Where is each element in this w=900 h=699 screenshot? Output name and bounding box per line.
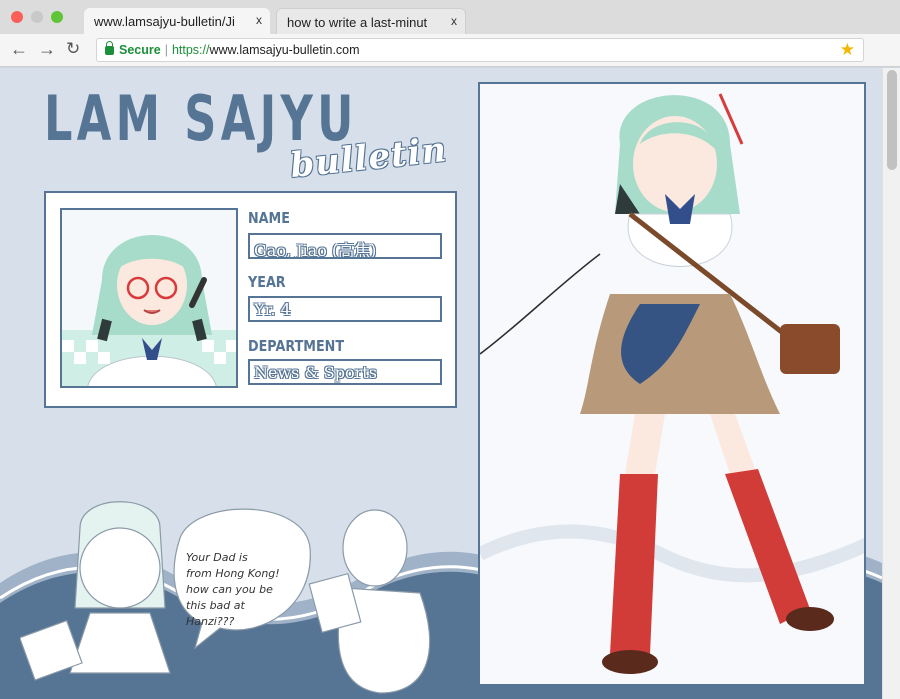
tab-close-icon[interactable]: x	[451, 14, 457, 28]
lock-icon	[105, 41, 114, 55]
chibi-doodle	[20, 501, 171, 681]
speech-line: this bad at	[186, 599, 245, 612]
speech-line: Hanzi???	[186, 615, 235, 628]
profile-portrait	[60, 208, 238, 388]
year-field: Yr. 4	[248, 296, 442, 322]
name-label: NAME	[248, 209, 290, 227]
tab-label: www.lamsajyu-bulletin/Ji	[94, 14, 235, 29]
seated-girl-doodle	[308, 509, 431, 694]
speech-bubble-text: Your Dad is from Hong Kong! how can you …	[186, 550, 296, 630]
page-content: LAM SAJYU bulletin NAME Gao, Jiao (高焦) Y…	[0, 68, 882, 699]
url-scheme: https://	[171, 43, 210, 57]
speech-line: how can you be	[186, 583, 273, 596]
tab-lamsajyu-bulletin[interactable]: www.lamsajyu-bulletin/Ji x	[84, 8, 270, 34]
address-bar[interactable]: Secure | https://www.lamsajyu-bulletin.com…	[96, 38, 864, 62]
portrait-illustration	[62, 235, 236, 386]
tab-label: how to write a last-minut	[287, 15, 428, 30]
name-field: Gao, Jiao (高焦)	[248, 233, 442, 259]
page-scrollbar[interactable]	[882, 68, 900, 699]
url-host: www.lamsajyu-bulletin.com	[209, 43, 360, 57]
secure-label: Secure	[119, 43, 161, 57]
speech-line: Your Dad is	[186, 551, 248, 564]
profile-card: NAME Gao, Jiao (高焦) YEAR Yr. 4 DEPARTMEN…	[44, 191, 457, 408]
full-body-illustration	[480, 93, 864, 674]
year-label: YEAR	[248, 273, 286, 291]
window-close-button[interactable]	[11, 11, 23, 23]
address-separator: |	[164, 43, 168, 57]
tab-how-to-write[interactable]: how to write a last-minut x	[276, 8, 466, 34]
full-body-illustration-frame	[478, 82, 866, 686]
forward-arrow-icon[interactable]: →	[38, 40, 56, 58]
department-label: DEPARTMENT	[248, 337, 345, 355]
scrollbar-thumb[interactable]	[887, 70, 897, 170]
bookmark-star-icon[interactable]: ★	[840, 40, 855, 60]
browser-toolbar: ← → ↻ Secure | https://www.lamsajyu-bullet…	[0, 34, 900, 67]
back-arrow-icon[interactable]: ←	[10, 40, 28, 58]
reload-icon[interactable]: ↻	[66, 40, 80, 58]
tab-bar: www.lamsajyu-bulletin/Ji x how to write …	[0, 0, 900, 34]
window-zoom-button[interactable]	[51, 11, 63, 23]
tab-close-icon[interactable]: x	[256, 13, 262, 27]
speech-line: from Hong Kong!	[186, 567, 280, 580]
department-field: News & Sports	[248, 359, 442, 385]
window-minimize-button[interactable]	[31, 11, 43, 23]
